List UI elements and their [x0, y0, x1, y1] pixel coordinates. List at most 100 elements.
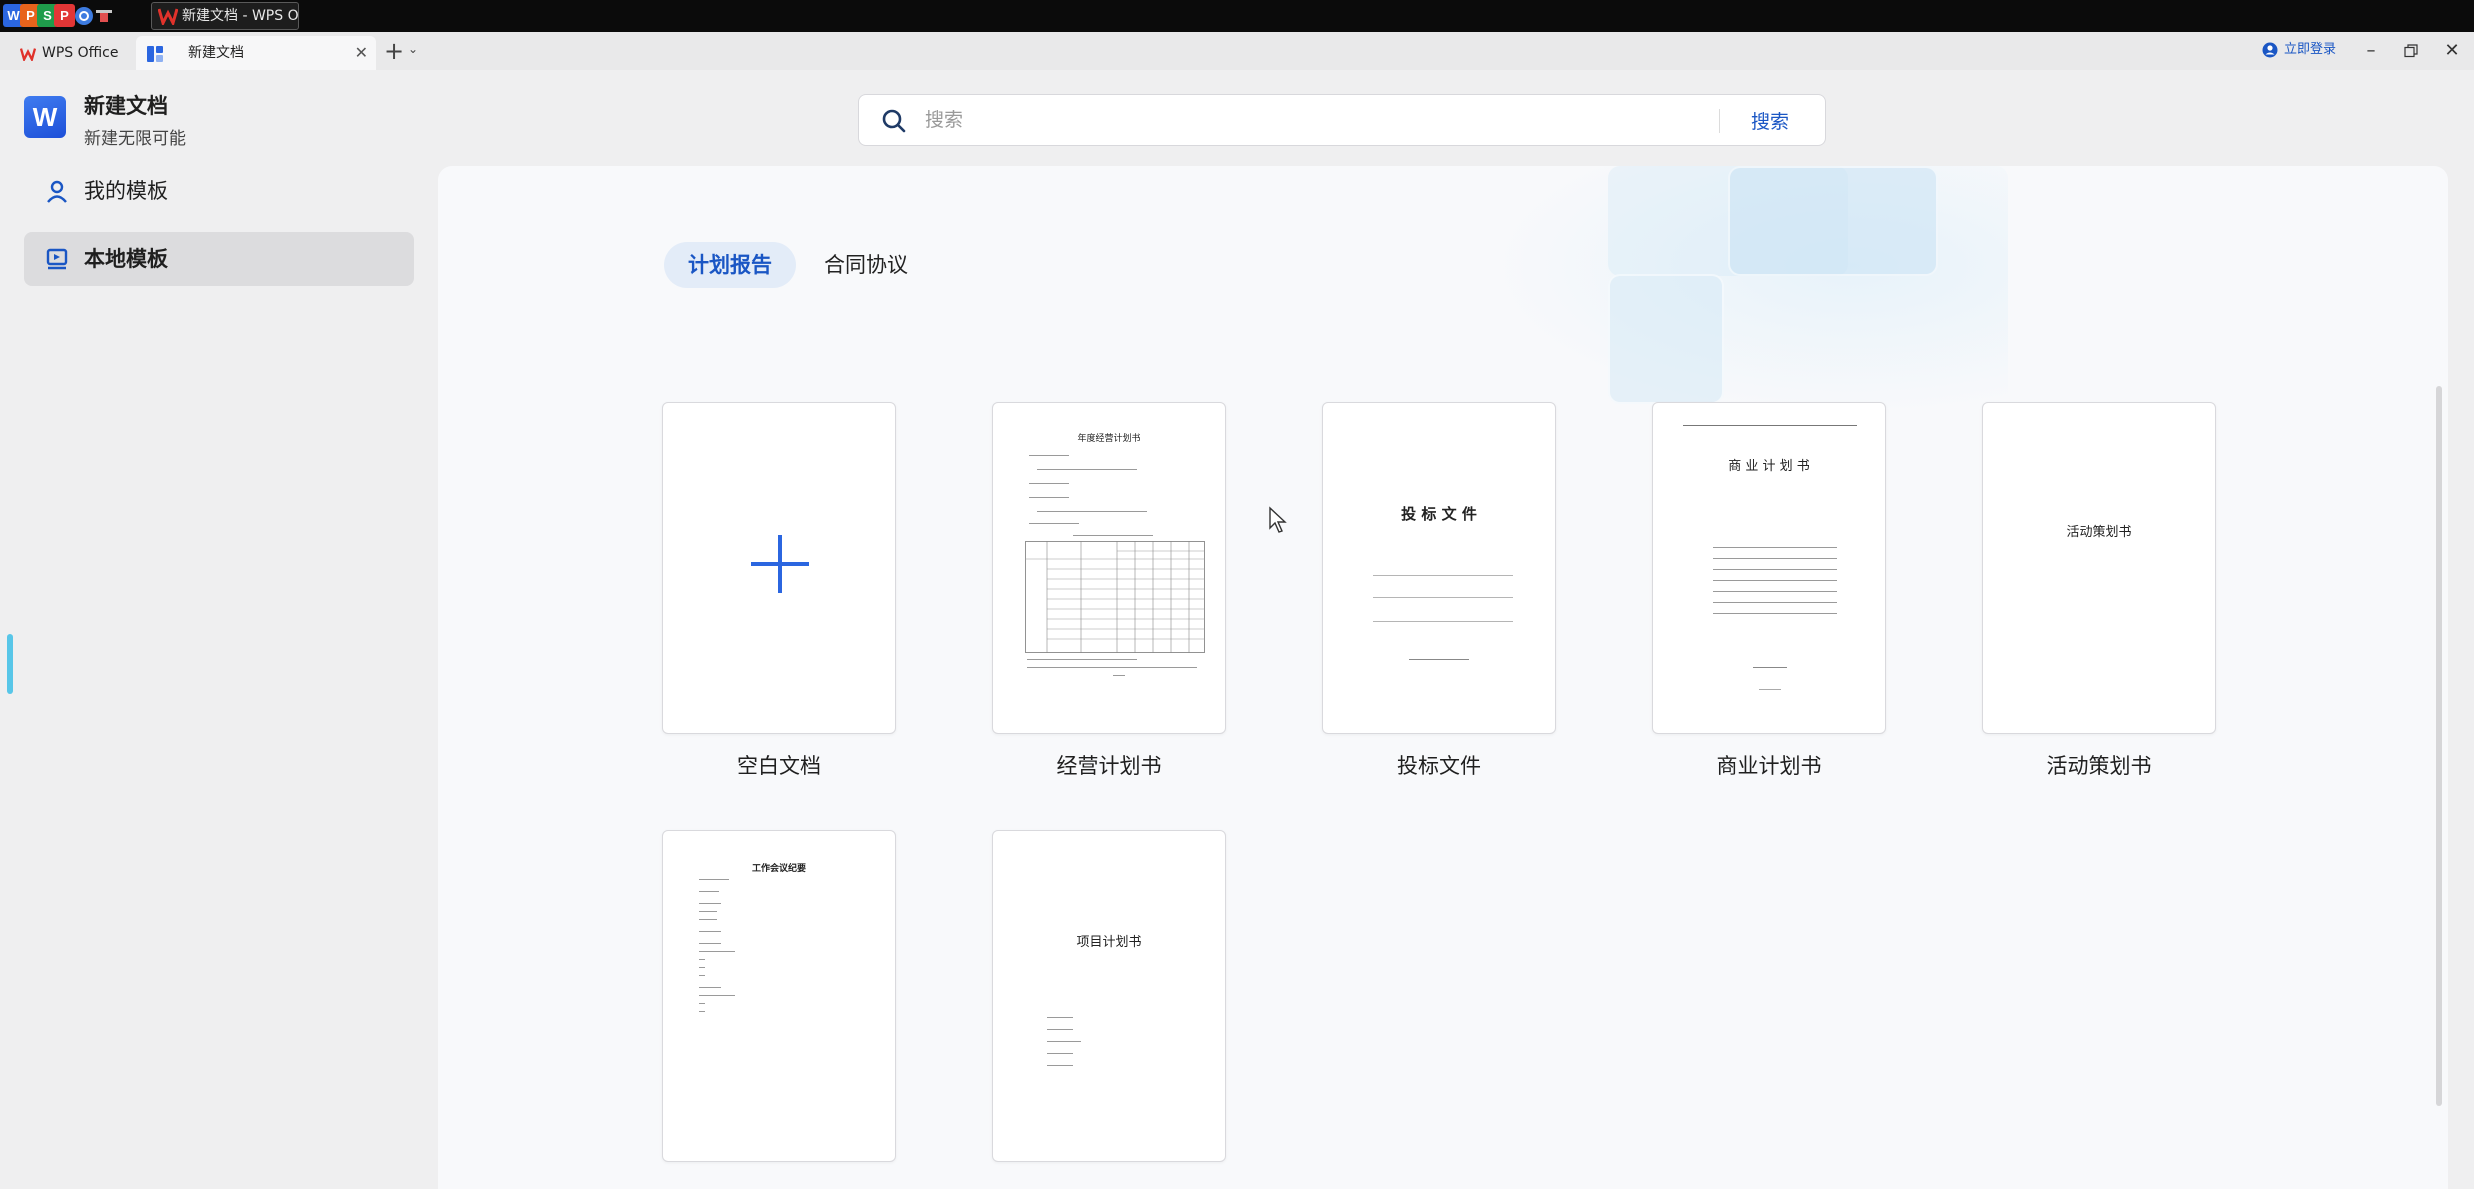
preview-text-line: [699, 1003, 705, 1004]
sidebar-item-local-templates[interactable]: 本地模板: [24, 232, 414, 286]
login-button[interactable]: 立即登录: [2262, 39, 2336, 61]
preview-text-line: [699, 943, 721, 944]
template-card-bid-document[interactable]: 投 标 文 件: [1322, 402, 1556, 734]
template-label: 活动策划书: [2046, 754, 2152, 778]
preview-text-line: [1047, 1053, 1073, 1054]
preview-text-line: [1037, 511, 1147, 512]
preview-table: [1025, 541, 1205, 653]
preview-text-line: [699, 931, 721, 932]
tab-label: 新建文档: [188, 45, 244, 61]
preview-text-line: [1759, 689, 1781, 690]
template-label: 经营计划书: [1056, 754, 1162, 778]
background-decoration: [1608, 274, 1724, 404]
vertical-scrollbar[interactable]: [2436, 386, 2442, 1106]
template-preview-title: 商 业 计 划 书: [1728, 459, 1810, 474]
search-input[interactable]: [925, 105, 1565, 135]
preview-text-line: [1027, 659, 1137, 660]
browser-app-icon[interactable]: [73, 4, 94, 27]
template-label: 空白文档: [737, 754, 821, 778]
sidebar-item-my-templates[interactable]: 我的模板: [24, 164, 414, 218]
wps-logo-icon: [158, 8, 178, 25]
preview-text-line: [699, 951, 735, 952]
app-title: 新建文档: [84, 94, 168, 118]
preview-text-line: [1713, 613, 1837, 614]
template-preview-title: 投 标 文 件: [1401, 505, 1477, 523]
template-card-blank[interactable]: [662, 402, 896, 734]
template-card-project-plan[interactable]: 项目计划书: [992, 830, 1226, 1162]
preview-text-line: [1073, 535, 1153, 536]
category-tab-contract[interactable]: 合同协议: [800, 242, 932, 288]
preview-text-line: [699, 911, 717, 912]
template-search-bar: 搜索: [858, 94, 1826, 146]
template-card-meeting-minutes[interactable]: 工作会议纪要: [662, 830, 896, 1162]
preview-text-line: [699, 891, 719, 892]
wps-writer-logo-icon: W: [24, 96, 66, 138]
preview-text-line: [1409, 659, 1469, 660]
search-button[interactable]: 搜索: [1751, 107, 1789, 134]
template-card-business-operations[interactable]: 年度经营计划书: [992, 402, 1226, 734]
preview-text-line: [1047, 1017, 1073, 1018]
preview-text-line: [1029, 497, 1069, 498]
sidebar-item-label: 我的模板: [84, 179, 168, 203]
preview-text-line: [699, 959, 705, 960]
taskbar-window-title: 新建文档 - WPS O...: [182, 8, 299, 24]
preview-text-line: [699, 995, 735, 996]
preview-text-line: [699, 919, 717, 920]
preview-text-line: [1373, 575, 1513, 576]
user-avatar-icon: [2262, 42, 2278, 58]
template-label: 投标文件: [1397, 754, 1481, 778]
template-card-event-plan[interactable]: 活动策划书: [1982, 402, 2216, 734]
mouse-cursor-icon: [1269, 506, 1287, 533]
template-label: 商业计划书: [1716, 754, 1822, 778]
preview-header-line: [1683, 425, 1857, 426]
preview-text-line: [1713, 591, 1837, 592]
add-tab-icon[interactable]: +: [384, 38, 404, 64]
preview-text-line: [1113, 675, 1125, 676]
background-decoration: [1728, 166, 1938, 276]
preview-text-line: [1029, 483, 1069, 484]
template-preview-title: 项目计划书: [1076, 935, 1142, 950]
wps-pdf-app-icon[interactable]: P: [54, 4, 75, 27]
sidebar: W 新建文档 新建无限可能 我的模板 本地模板: [0, 70, 436, 1189]
plus-icon: [751, 535, 809, 593]
preview-text-line: [699, 987, 721, 988]
template-preview-title: 活动策划书: [2066, 525, 2132, 540]
preview-text-line: [1047, 1041, 1081, 1042]
tab-wps-office-home[interactable]: WPS Office: [8, 36, 134, 70]
preview-text-line: [699, 967, 705, 968]
chevron-down-icon[interactable]: ⌄: [408, 42, 418, 56]
sidebar-item-label: 本地模板: [84, 247, 168, 271]
tab-bar: WPS Office 新建文档 ✕ + ⌄ 立即登录 – ✕: [0, 32, 2474, 70]
preview-text-line: [1047, 1029, 1073, 1030]
template-card-commercial-plan[interactable]: 商 业 计 划 书: [1652, 402, 1886, 734]
preview-text-line: [1373, 597, 1513, 598]
user-icon: [47, 180, 67, 203]
preview-text-line: [1713, 602, 1837, 603]
toolbox-app-icon[interactable]: [93, 4, 114, 27]
preview-text-line: [1037, 469, 1137, 470]
search-divider: [1719, 109, 1720, 133]
preview-text-line: [699, 879, 729, 880]
preview-text-line: [1713, 547, 1837, 548]
category-tab-plan-report[interactable]: 计划报告: [664, 242, 796, 288]
tab-label: WPS Office: [42, 45, 119, 61]
preview-text-line: [699, 903, 721, 904]
template-icon: [46, 248, 68, 270]
preview-text-line: [1753, 667, 1787, 668]
close-window-icon[interactable]: ✕: [2437, 38, 2467, 64]
preview-text-line: [1373, 621, 1513, 622]
preview-text-line: [1713, 569, 1837, 570]
sidebar-resize-handle[interactable]: [7, 634, 13, 694]
tab-new-document[interactable]: 新建文档 ✕: [136, 36, 376, 70]
system-taskbar: W P S P 新建文档 - WPS O...: [0, 0, 2474, 32]
taskbar-window-wps[interactable]: 新建文档 - WPS O...: [151, 2, 299, 30]
restore-icon[interactable]: [2396, 38, 2426, 64]
wps-logo-icon: [20, 48, 36, 61]
template-preview-title: 年度经营计划书: [1077, 434, 1141, 444]
minimize-icon[interactable]: –: [2356, 38, 2386, 64]
preview-text-line: [1047, 1065, 1073, 1066]
close-tab-icon[interactable]: ✕: [355, 36, 368, 70]
template-gallery: 计划报告 合同协议 空白文档 年度经营计划书 经营计划书 投 标 文 件 投标文…: [438, 166, 2448, 1189]
preview-text-line: [699, 975, 705, 976]
preview-text-line: [1029, 523, 1079, 524]
